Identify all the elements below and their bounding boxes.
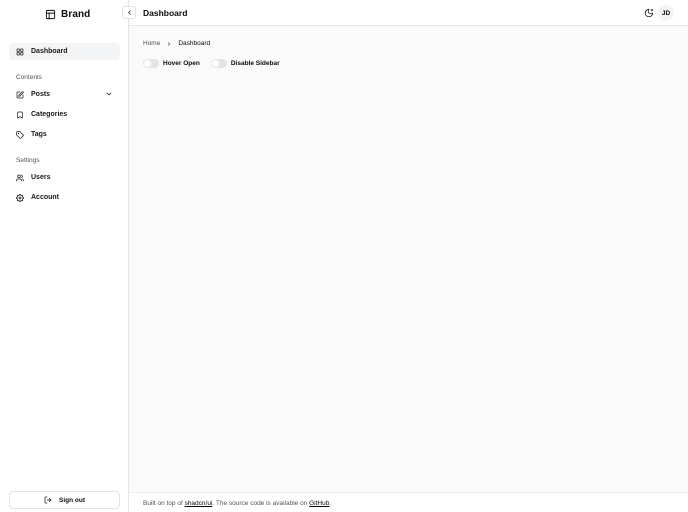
hover-open-switch[interactable] [143, 59, 159, 68]
sidebar-item-label: Account [31, 194, 59, 201]
sidebar-item-dashboard[interactable]: Dashboard [9, 43, 120, 60]
avatar[interactable]: JD [658, 5, 674, 21]
top-bar: Dashboard JD [129, 0, 688, 26]
sidebar-item-categories[interactable]: Categories [9, 106, 120, 123]
bookmark-icon [16, 111, 24, 119]
sidebar: Brand Dashboard Contents Posts Categorie… [0, 0, 129, 512]
brand-label: Brand [61, 9, 91, 20]
sidebar-item-label: Users [31, 174, 51, 181]
layout-grid-icon [16, 48, 24, 56]
sidebar-collapse-button[interactable] [122, 6, 136, 19]
chevron-right-icon [166, 41, 172, 47]
breadcrumb-home-link[interactable]: Home [143, 40, 160, 47]
group-label-settings: Settings [16, 157, 40, 164]
sidebar-item-posts[interactable]: Posts [9, 86, 120, 103]
brand[interactable]: Brand [45, 9, 90, 20]
disable-sidebar-label: Disable Sidebar [230, 60, 280, 67]
settings-icon [16, 193, 24, 202]
hover-open-label: Hover Open [163, 60, 200, 67]
sign-out-button[interactable]: Sign out [9, 491, 120, 509]
tag-icon [16, 130, 24, 139]
group-label-contents: Contents [16, 74, 43, 81]
github-link[interactable]: GitHub [309, 500, 329, 507]
sidebar-item-account[interactable]: Account [9, 189, 120, 206]
sign-out-label: Sign out [59, 496, 85, 504]
chevron-down-icon[interactable] [105, 90, 113, 98]
moon-sun-icon [644, 8, 654, 18]
sidebar-item-label: Categories [31, 111, 68, 118]
breadcrumb-current: Dashboard [178, 40, 211, 47]
chevron-left-icon [126, 9, 133, 16]
theme-toggle-button[interactable] [642, 6, 656, 20]
shadcn-link[interactable]: shadcn/ui [185, 500, 213, 507]
sidebar-item-label: Posts [31, 91, 51, 98]
hover-open-toggle: Hover Open [143, 59, 200, 68]
disable-sidebar-switch[interactable] [210, 59, 227, 68]
footer-suffix: . [329, 500, 332, 507]
footer-prefix: Built on top of [143, 500, 185, 507]
log-out-icon [44, 496, 52, 504]
footer: Built on top of shadcn/ui. The source co… [129, 492, 688, 512]
footer-middle: . The source code is available on [212, 500, 310, 507]
breadcrumb: Home Dashboard [143, 40, 210, 47]
disable-sidebar-toggle: Disable Sidebar [210, 59, 280, 68]
toggle-group: Hover Open Disable Sidebar [143, 59, 291, 68]
main-content: Home Dashboard Hover Open Disable Sideba… [129, 26, 688, 492]
panel-icon [45, 9, 56, 20]
page-title: Dashboard [143, 8, 188, 18]
sidebar-item-label: Dashboard [31, 48, 68, 55]
footer-text: Built on top of shadcn/ui. The source co… [143, 500, 331, 507]
sidebar-item-users[interactable]: Users [9, 169, 120, 186]
users-icon [16, 174, 24, 182]
square-pen-icon [16, 90, 24, 99]
sidebar-item-label: Tags [31, 131, 47, 138]
sidebar-item-tags[interactable]: Tags [9, 126, 120, 143]
